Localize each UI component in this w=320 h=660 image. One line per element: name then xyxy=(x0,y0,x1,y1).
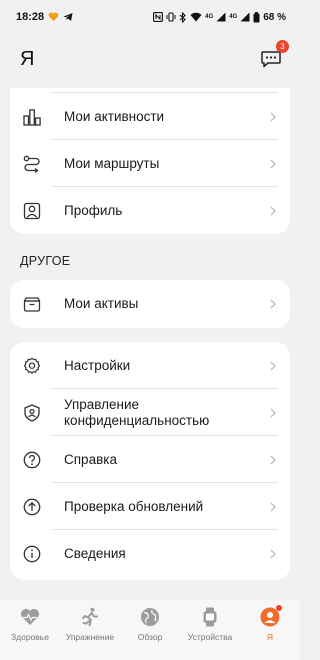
card-settings: Настройки Управление конфиденциальностью… xyxy=(10,342,290,580)
nav-me[interactable]: Я xyxy=(240,605,300,642)
wifi-icon xyxy=(190,12,202,22)
section-label-other: ДРУГОЕ xyxy=(20,254,71,268)
gear-icon xyxy=(22,356,42,376)
card-main-menu: Мои активности Мои маршруты Профиль xyxy=(10,88,290,234)
menu-label: Профиль xyxy=(64,202,123,218)
wallet-icon xyxy=(22,294,42,314)
header: Я 3 xyxy=(0,34,300,84)
menu-label: Настройки xyxy=(64,357,131,373)
menu-label: Проверка обновлений xyxy=(64,498,204,514)
profile-icon xyxy=(22,201,42,221)
nav-devices[interactable]: Устройства xyxy=(180,606,240,642)
nav-label: Устройства xyxy=(187,632,233,642)
privacy-icon xyxy=(22,403,42,423)
chevron-right-icon xyxy=(268,159,278,169)
chevron-right-icon xyxy=(268,112,278,122)
menu-item-my-activities[interactable]: Мои активности xyxy=(10,93,290,140)
battery-percent: 68 % xyxy=(263,11,286,23)
chevron-right-icon xyxy=(268,408,278,418)
bottom-navigation: Здоровье Упражнение Обзор Устройства Я xyxy=(0,600,300,660)
signal-icon xyxy=(216,12,226,22)
info-icon xyxy=(22,544,42,564)
messages-button[interactable]: 3 xyxy=(258,40,289,72)
vibrate-icon xyxy=(166,12,176,22)
activity-icon xyxy=(22,107,42,127)
network-type-1: 4G xyxy=(205,14,214,20)
chevron-right-icon xyxy=(268,502,278,512)
menu-item-settings[interactable]: Настройки xyxy=(10,342,290,389)
notification-dot xyxy=(276,605,282,611)
chat-icon xyxy=(261,51,281,68)
menu-label: Мои активности xyxy=(64,108,165,124)
menu-label: Сведения xyxy=(64,545,126,561)
menu-item-help[interactable]: Справка xyxy=(10,436,290,483)
chevron-right-icon xyxy=(268,549,278,559)
network-type-2: 4G xyxy=(229,14,238,20)
chevron-right-icon xyxy=(268,299,278,309)
update-icon xyxy=(22,497,42,517)
route-icon xyxy=(22,154,42,174)
signal-icon-2 xyxy=(240,12,250,22)
chevron-right-icon xyxy=(268,206,278,216)
nav-label: Упражнение xyxy=(65,632,115,642)
nav-exercise[interactable]: Упражнение xyxy=(60,606,120,642)
menu-item-about[interactable]: Сведения xyxy=(10,530,290,577)
nav-label: Я xyxy=(266,632,274,642)
menu-label: Мои маршруты xyxy=(64,155,160,171)
card-assets: Мои активы xyxy=(10,280,290,328)
menu-item-privacy[interactable]: Управление конфиденциальностью xyxy=(10,389,290,436)
menu-label: Мои активы xyxy=(64,296,139,311)
running-icon xyxy=(79,606,101,628)
watch-icon xyxy=(199,606,221,628)
battery-icon xyxy=(253,11,260,23)
globe-icon xyxy=(139,606,161,628)
messages-badge: 3 xyxy=(276,40,289,53)
status-bar: 18:28 4G 4G 68 % xyxy=(0,0,300,34)
nfc-icon xyxy=(153,12,164,22)
menu-label: Управление конфиденциальностью xyxy=(64,396,210,428)
heart-icon xyxy=(19,606,41,628)
heart-notification-icon xyxy=(48,12,59,22)
menu-item-my-assets[interactable]: Мои активы xyxy=(10,280,290,328)
menu-item-profile[interactable]: Профиль xyxy=(10,187,290,234)
status-time: 18:28 xyxy=(16,11,45,23)
telegram-icon xyxy=(63,12,73,22)
nav-label: Здоровье xyxy=(11,632,49,642)
nav-overview[interactable]: Обзор xyxy=(120,606,180,642)
chevron-right-icon xyxy=(268,455,278,465)
help-icon xyxy=(22,450,42,470)
me-icon xyxy=(259,605,282,628)
menu-item-my-routes[interactable]: Мои маршруты xyxy=(10,140,290,187)
nav-health[interactable]: Здоровье xyxy=(0,606,60,642)
nav-label: Обзор xyxy=(137,632,163,642)
page-title: Я xyxy=(20,47,35,70)
bluetooth-icon xyxy=(179,11,187,23)
menu-item-check-updates[interactable]: Проверка обновлений xyxy=(10,483,290,530)
menu-label: Справка xyxy=(64,451,117,467)
chevron-right-icon xyxy=(268,361,278,371)
